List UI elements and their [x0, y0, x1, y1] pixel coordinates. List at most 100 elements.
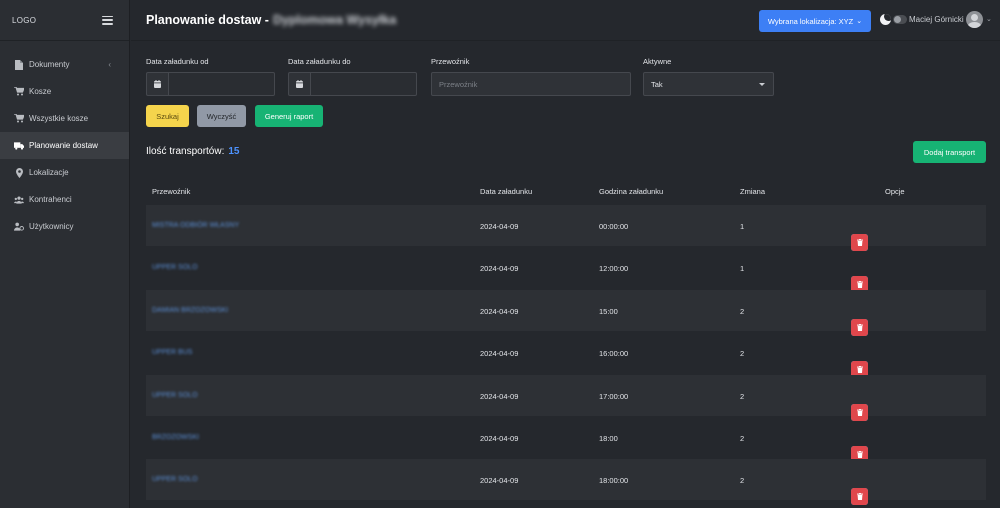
- sidebar: LOGO Dokumenty ‹ Kosze Wszystkie kosze P…: [0, 0, 130, 508]
- location-button-label: Wybrana lokalizacja: XYZ: [767, 16, 854, 26]
- theme-toggle[interactable]: [880, 14, 907, 25]
- theme-switch[interactable]: [893, 15, 907, 24]
- transport-count: Ilość transportów: 15: [146, 146, 240, 157]
- carrier-link[interactable]: Upper Solo: [152, 264, 198, 271]
- date-from-field[interactable]: [146, 72, 275, 96]
- load-date: 2024-04-09: [480, 306, 519, 316]
- sidebar-item-label: Kontrahenci: [29, 195, 72, 204]
- load-date: 2024-04-09: [480, 434, 519, 443]
- carrier-link[interactable]: Mistra Odbiór Własny: [152, 222, 239, 229]
- shift-number: 1: [740, 222, 745, 231]
- load-time: 16:00:00: [599, 349, 629, 359]
- carrier-link[interactable]: Damian Brzozowski: [152, 307, 228, 314]
- page-title-suffix: Dyplomowa Wysyłka: [272, 13, 397, 27]
- load-time: 18:00: [599, 434, 618, 443]
- avatar[interactable]: [966, 11, 983, 28]
- sidebar-item-planowanie-dostaw[interactable]: Planowanie dostaw: [0, 132, 129, 159]
- page-title: Planowanie dostaw - Dyplomowa Wysyłka: [146, 13, 396, 27]
- trash-icon: [856, 239, 863, 246]
- sidebar-item-label: Wszystkie kosze: [29, 114, 89, 123]
- carrier-label: Przewoźnik: [431, 57, 470, 66]
- carrier-link[interactable]: Upper Solo: [152, 476, 198, 483]
- shift-number: 2: [740, 349, 745, 359]
- date-to-input[interactable]: [310, 72, 417, 96]
- sidebar-item-kontrahenci[interactable]: Kontrahenci: [0, 186, 129, 213]
- clear-button[interactable]: Wyczyść: [197, 105, 246, 127]
- map-pin-icon: [14, 167, 24, 178]
- shift-number: 1: [740, 264, 745, 274]
- load-time: 18:00:00: [599, 476, 629, 486]
- logo: LOGO: [12, 15, 37, 25]
- date-from-input[interactable]: [168, 72, 275, 96]
- table-row: Upper Solo 2024-04-09 18:00:00 2: [146, 459, 986, 506]
- chevron-down-icon[interactable]: ⌄: [986, 15, 992, 23]
- trash-icon: [856, 493, 863, 501]
- chevron-down-icon: ⌄: [856, 18, 863, 25]
- truck-icon: [14, 141, 24, 151]
- active-select-value: Tak: [651, 79, 663, 89]
- sidebar-item-wszystkie-kosze[interactable]: Wszystkie kosze: [0, 105, 129, 132]
- generate-report-button[interactable]: Generuj raport: [255, 105, 323, 127]
- trash-icon: [856, 366, 863, 374]
- shift-number: 2: [740, 306, 745, 316]
- user-name[interactable]: Maciej Górnicki: [909, 15, 964, 24]
- table-row: Brzozowski 2024-04-09 18:00 2: [146, 417, 986, 463]
- table-row: Upper Solo 2024-04-09 12:00:00 1: [146, 247, 986, 294]
- sidebar-item-label: Użytkownicy: [29, 222, 74, 231]
- sidebar-item-label: Kosze: [29, 87, 52, 96]
- trash-icon: [856, 451, 863, 458]
- column-header-date: Data załadunku: [480, 187, 533, 196]
- load-date: 2024-04-09: [480, 476, 519, 486]
- trash-icon: [856, 281, 863, 289]
- sidebar-header: LOGO: [0, 0, 129, 41]
- search-button[interactable]: Szukaj: [146, 105, 189, 127]
- sidebar-item-kosze[interactable]: Kosze: [0, 78, 129, 105]
- load-date: 2024-04-09: [480, 264, 519, 274]
- load-time: 15:00: [599, 306, 618, 316]
- document-icon: [14, 59, 24, 70]
- load-time: 17:00:00: [599, 391, 629, 401]
- cart-icon: [14, 114, 24, 124]
- load-time: 00:00:00: [599, 222, 629, 231]
- delete-button[interactable]: [851, 488, 868, 506]
- sidebar-item-label: Planowanie dostaw: [29, 141, 98, 150]
- active-select[interactable]: Tak: [643, 72, 774, 96]
- calendar-icon[interactable]: [146, 72, 168, 96]
- carrier-input[interactable]: [431, 72, 631, 96]
- moon-icon: [880, 14, 891, 25]
- menu-toggle-icon[interactable]: [102, 15, 113, 25]
- carrier-link[interactable]: Upper Bus: [152, 349, 192, 356]
- user-gear-icon: [14, 222, 24, 232]
- transport-count-value: 15: [228, 146, 240, 157]
- caret-down-icon: [759, 83, 765, 86]
- sidebar-item-uzytkownicy[interactable]: Użytkownicy: [0, 213, 129, 240]
- load-time: 12:00:00: [599, 264, 629, 274]
- cart-icon: [14, 87, 24, 97]
- transport-count-label: Ilość transportów:: [146, 146, 225, 157]
- column-header-carrier: Przewoźnik: [152, 187, 191, 196]
- carrier-link[interactable]: Upper Solo: [152, 392, 198, 399]
- sidebar-item-label: Dokumenty: [29, 60, 70, 69]
- shift-number: 2: [740, 476, 745, 486]
- shift-number: 2: [740, 391, 745, 401]
- sidebar-item-dokumenty[interactable]: Dokumenty ‹: [0, 51, 129, 78]
- sidebar-item-lokalizacje[interactable]: Lokalizacje: [0, 159, 129, 186]
- column-header-options: Opcje: [885, 187, 905, 196]
- table-row: Upper Bus 2024-04-09 16:00:00 2: [146, 332, 986, 379]
- date-from-label: Data załadunku od: [146, 57, 209, 66]
- date-to-field[interactable]: [288, 72, 417, 96]
- sidebar-item-label: Lokalizacje: [29, 168, 69, 177]
- table-header: Przewoźnik Data załadunku Godzina załadu…: [146, 183, 986, 203]
- carrier-link[interactable]: Brzozowski: [152, 434, 199, 441]
- table-row: Upper Solo 2024-04-09 17:00:00 2: [146, 374, 986, 421]
- load-date: 2024-04-09: [480, 391, 519, 401]
- trash-icon: [856, 323, 863, 331]
- page-title-text: Planowanie dostaw -: [146, 13, 269, 27]
- table-row: Damian Brzozowski 2024-04-09 15:00 2: [146, 289, 986, 336]
- location-dropdown-button[interactable]: Wybrana lokalizacja: XYZ ⌄: [759, 10, 871, 32]
- add-transport-button[interactable]: Dodaj transport: [913, 141, 986, 163]
- users-icon: [14, 195, 24, 205]
- column-header-shift: Zmiana: [740, 187, 766, 196]
- column-header-time: Godzina załadunku: [599, 187, 664, 196]
- calendar-icon[interactable]: [288, 72, 310, 96]
